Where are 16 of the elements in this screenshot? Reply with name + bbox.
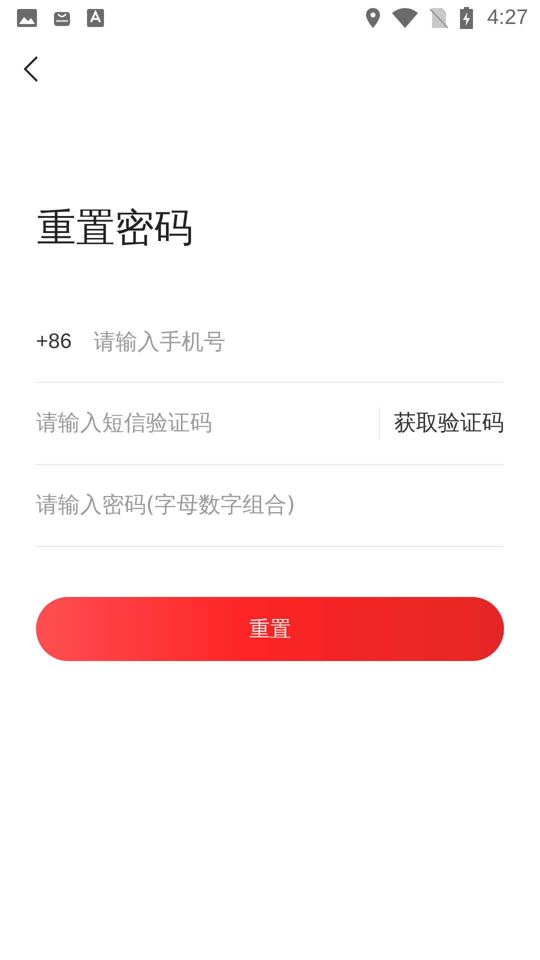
- country-code[interactable]: +86: [36, 330, 72, 354]
- battery-icon: [460, 7, 474, 29]
- get-code-button[interactable]: 获取验证码: [394, 408, 504, 438]
- wifi-icon: [392, 8, 418, 28]
- status-time: 4:27: [487, 6, 528, 30]
- password-field[interactable]: 请输入密码(字母数字组合): [36, 492, 504, 518]
- font-icon: [87, 9, 104, 27]
- page-title: 重置密码: [37, 206, 194, 253]
- back-button[interactable]: [24, 56, 38, 82]
- sms-code-field[interactable]: 请输入短信验证码: [36, 410, 379, 436]
- reset-button[interactable]: 重置: [36, 596, 504, 661]
- location-icon: [366, 8, 380, 28]
- image-icon: [17, 9, 37, 27]
- bag-icon: [54, 10, 70, 26]
- phone-field[interactable]: 请输入手机号: [94, 330, 504, 355]
- no-sim-icon: [430, 8, 448, 28]
